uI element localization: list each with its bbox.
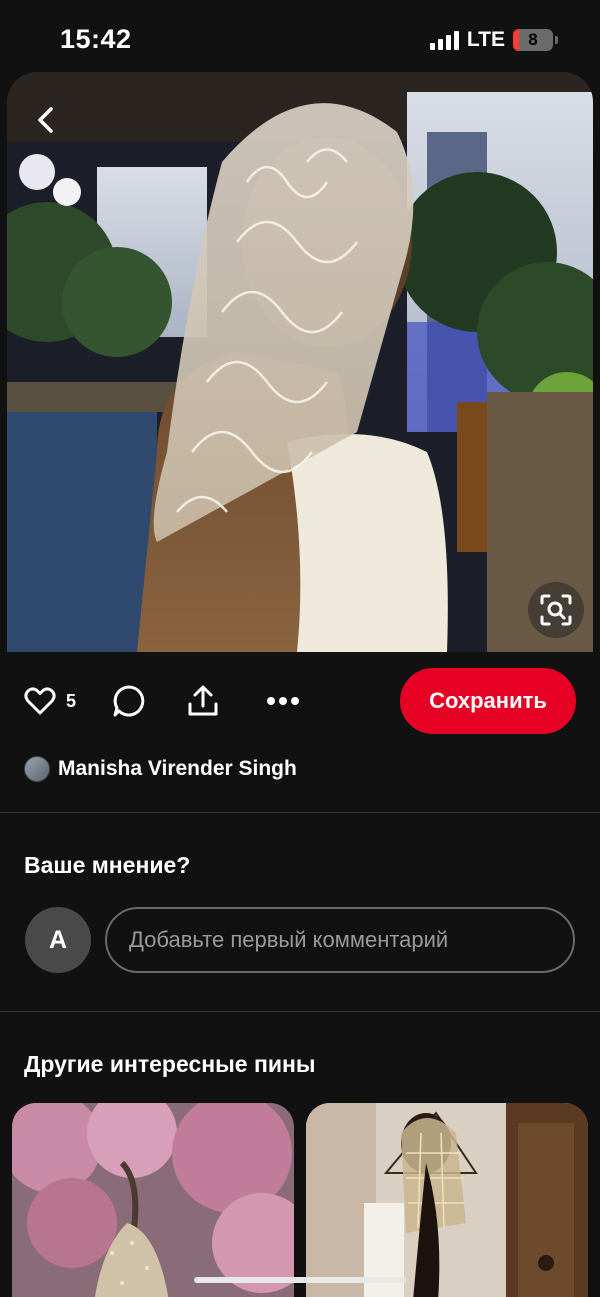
battery-icon: 8 xyxy=(513,29,553,51)
save-button[interactable]: Сохранить xyxy=(400,668,576,734)
back-arrow-icon xyxy=(38,107,53,133)
user-avatar[interactable]: A xyxy=(25,907,91,973)
home-indicator[interactable] xyxy=(194,1277,406,1283)
heart-icon xyxy=(24,687,56,715)
pin-image[interactable] xyxy=(7,72,593,652)
status-indicators: LTE 8 xyxy=(429,28,558,52)
pin-author[interactable]: Manisha Virender Singh xyxy=(24,756,297,782)
related-pin[interactable] xyxy=(12,1103,294,1297)
comment-button[interactable] xyxy=(112,668,146,734)
like-count: 5 xyxy=(66,690,77,711)
network-type: LTE xyxy=(466,28,505,51)
author-name: Manisha Virender Singh xyxy=(58,757,297,780)
status-bar: 15:42 LTE 8 xyxy=(0,0,600,76)
comment-icon xyxy=(113,685,145,717)
signal-icon xyxy=(429,30,459,50)
comments-heading: Ваше мнение? xyxy=(24,852,191,878)
more-icon xyxy=(267,697,299,705)
author-avatar xyxy=(24,756,50,782)
related-pin[interactable] xyxy=(306,1103,588,1297)
more-pins-heading: Другие интересные пины xyxy=(24,1051,316,1077)
visual-search-button[interactable] xyxy=(528,582,584,638)
battery-tip xyxy=(555,36,558,44)
back-button[interactable] xyxy=(26,100,66,140)
pin-detail-screen: 15:42 LTE 8 5 Сохранить Manisha Virender… xyxy=(0,0,600,1297)
share-icon xyxy=(188,685,218,716)
divider xyxy=(0,1011,600,1012)
status-time: 15:42 xyxy=(60,24,132,54)
comment-input[interactable] xyxy=(105,907,575,973)
visual-search-icon xyxy=(540,594,572,626)
divider xyxy=(0,812,600,813)
pin-actions: 5 Сохранить xyxy=(0,668,600,734)
more-options-button[interactable] xyxy=(266,668,300,734)
battery-level: 8 xyxy=(528,30,538,49)
share-button[interactable] xyxy=(186,668,220,734)
like-button[interactable]: 5 xyxy=(24,668,76,734)
